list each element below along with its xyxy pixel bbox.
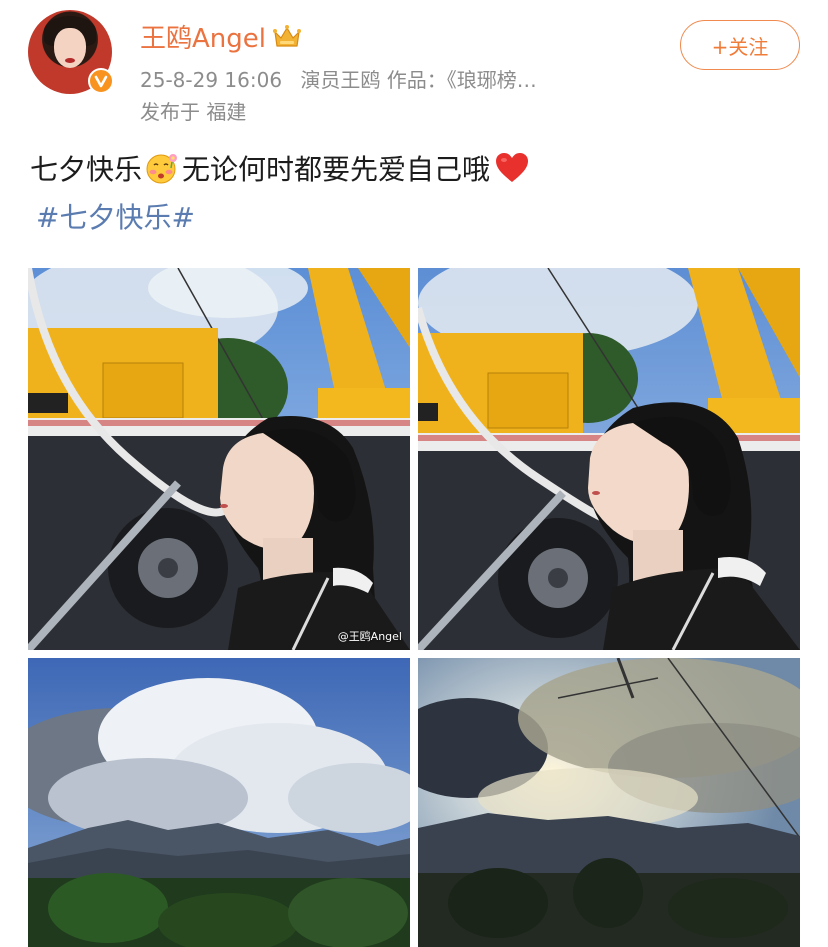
sky-mountains-image: [28, 658, 410, 947]
username-row[interactable]: 王鸥Angel: [140, 18, 302, 55]
post-timestamp: 25-8-29 16:06: [140, 68, 283, 92]
username[interactable]: 王鸥Angel: [140, 18, 266, 55]
red-heart-icon: [494, 151, 530, 185]
post-location: 发布于 福建: [140, 100, 247, 124]
blushing-flower-emoji-icon: [144, 150, 180, 186]
photo-sky-mountains[interactable]: [28, 658, 410, 947]
post-text-part2: 无论何时都要先爱自己哦: [182, 153, 491, 186]
photo-sunlit-clouds[interactable]: [418, 658, 800, 947]
photo-selfie-crane-2[interactable]: [418, 268, 800, 650]
selfie-crane-1-image: [28, 268, 410, 650]
post-source[interactable]: 演员王鸥 作品：《琅琊榜…: [300, 68, 536, 92]
crown-icon: [272, 24, 302, 50]
selfie-crane-2-image: [418, 268, 800, 650]
post-text-part1: 七夕快乐: [30, 153, 143, 186]
watermark: @王鸥Angel: [337, 630, 402, 643]
photo-selfie-crane-1[interactable]: @王鸥Angel: [28, 268, 410, 650]
verified-v-icon: [88, 68, 114, 94]
follow-button[interactable]: +关注: [680, 20, 800, 70]
post-text: 七夕快乐 无论何时都要先爱自己哦: [30, 148, 530, 188]
hashtag-link[interactable]: #七夕快乐#: [36, 196, 195, 236]
avatar[interactable]: [28, 10, 114, 94]
weibo-post: 王鸥Angel 25-8-29 16:06 演员王鸥 作品：《琅琊榜… 发布于 …: [0, 0, 828, 947]
sunlit-clouds-image: [418, 658, 800, 947]
post-meta: 25-8-29 16:06 演员王鸥 作品：《琅琊榜…: [140, 64, 549, 93]
